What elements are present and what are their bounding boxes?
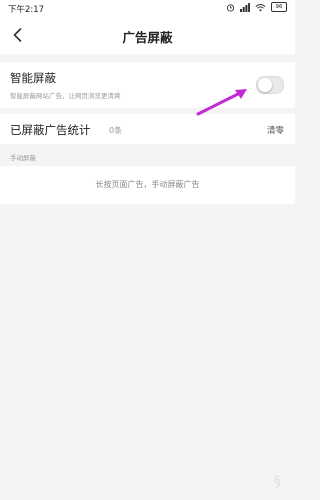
page-title: 广告屏蔽	[122, 30, 173, 45]
manual-block-row: 长按页面广告，手动屏蔽广告	[0, 166, 295, 204]
manual-block-section-label: 手动屏蔽	[10, 154, 36, 162]
watermark-icon: §	[274, 474, 281, 490]
status-bar: 下午2:17 96	[0, 0, 295, 16]
signal-icon	[240, 2, 250, 12]
blocked-stats-row: 已屏蔽广告统计 0条 清零	[0, 114, 295, 144]
settings-content: 智能屏蔽 智能屏蔽网站广告，让网页浏览更清爽 已屏蔽广告统计 0条 清零 手动屏…	[0, 54, 295, 500]
smart-block-toggle[interactable]	[256, 76, 284, 94]
manual-block-section-header: 手动屏蔽	[0, 146, 295, 166]
smart-block-subtitle: 智能屏蔽网站广告，让网页浏览更清爽	[10, 92, 121, 100]
annotation-arrow-icon	[196, 89, 247, 116]
blocked-count: 0条	[109, 126, 123, 135]
toggle-knob	[258, 78, 272, 92]
blocked-stats-label: 已屏蔽广告统计	[10, 123, 91, 137]
clear-button[interactable]: 清零	[267, 124, 284, 136]
status-time: 下午2:17	[8, 5, 45, 15]
wifi-icon	[255, 3, 266, 11]
header: 广告屏蔽	[0, 16, 295, 54]
alarm-icon	[226, 3, 235, 12]
battery-icon: 96	[271, 2, 287, 12]
status-icons: 96	[226, 2, 287, 12]
manual-block-hint: 长按页面广告，手动屏蔽广告	[95, 180, 200, 189]
smart-block-title: 智能屏蔽	[10, 71, 56, 85]
